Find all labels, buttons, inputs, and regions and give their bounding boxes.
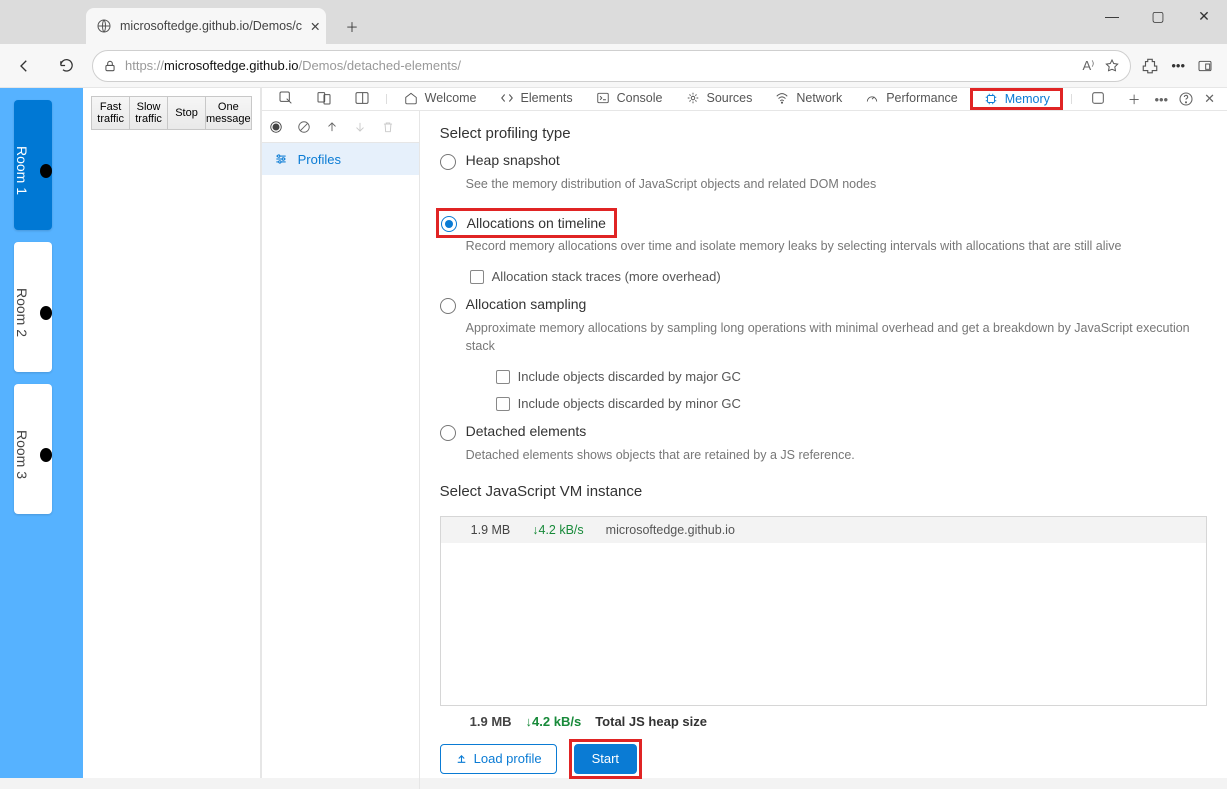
- option-allocation-sampling[interactable]: Allocation sampling: [440, 296, 1207, 314]
- radio-icon: [440, 154, 456, 170]
- memory-toolbar: [262, 111, 419, 143]
- page-area: Room 1 Room 2 Room 3 Fast traffic Slow t…: [0, 88, 1227, 778]
- status-dot-icon: [40, 448, 52, 462]
- browser-tab[interactable]: microsoftedge.github.io/Demos/c ✕: [86, 8, 326, 44]
- tab-console[interactable]: Console: [585, 88, 673, 110]
- tab-sources[interactable]: Sources: [675, 88, 763, 110]
- more-tools-icon[interactable]: •••: [1154, 92, 1168, 107]
- tab-network[interactable]: Network: [764, 88, 852, 110]
- major-gc-checkbox[interactable]: Include objects discarded by major GC: [496, 369, 1207, 384]
- minor-gc-checkbox[interactable]: Include objects discarded by minor GC: [496, 396, 1207, 411]
- heap-total-row: 1.9 MB ↓4.2 kB/s Total JS heap size: [440, 706, 1207, 735]
- room-3-button[interactable]: Room 3: [14, 384, 52, 514]
- globe-icon: [96, 18, 112, 34]
- more-menu-icon[interactable]: •••: [1171, 58, 1185, 73]
- close-window-button[interactable]: ✕: [1181, 0, 1227, 32]
- traffic-panel: Fast traffic Slow traffic Stop One messa…: [83, 88, 260, 778]
- refresh-button[interactable]: [50, 50, 82, 82]
- room-1-button[interactable]: Room 1: [14, 100, 52, 230]
- tab-title: microsoftedge.github.io/Demos/c: [120, 19, 302, 33]
- address-bar[interactable]: https://microsoftedge.github.io/Demos/de…: [92, 50, 1131, 82]
- vm-heading: Select JavaScript VM instance: [440, 483, 1207, 500]
- dock-side-button[interactable]: [344, 88, 380, 110]
- start-button-highlight: Start: [569, 739, 642, 779]
- vm-instance-list: 1.9 MB ↓4.2 kB/s microsoftedge.github.io: [440, 516, 1207, 706]
- tab-elements[interactable]: Elements: [489, 88, 583, 110]
- devtools-tabstrip: Welcome Elements Console Sources Network…: [262, 88, 1227, 111]
- allocations-timeline-desc: Record memory allocations over time and …: [466, 238, 1207, 256]
- option-heap-snapshot[interactable]: Heap snapshot: [440, 152, 1207, 170]
- vm-instance-row[interactable]: 1.9 MB ↓4.2 kB/s microsoftedge.github.io: [441, 517, 1206, 543]
- fast-traffic-button[interactable]: Fast traffic: [91, 96, 130, 130]
- lock-icon: [103, 59, 117, 73]
- window-controls: — ▢ ✕: [1089, 0, 1227, 32]
- profiles-sidebar: Profiles: [262, 111, 420, 789]
- read-aloud-icon[interactable]: A⁾: [1082, 58, 1094, 74]
- close-tab-icon[interactable]: ✕: [310, 19, 320, 34]
- favorite-icon[interactable]: [1104, 58, 1120, 74]
- slow-traffic-button[interactable]: Slow traffic: [130, 96, 168, 130]
- start-button[interactable]: Start: [574, 744, 637, 774]
- room-2-button[interactable]: Room 2: [14, 242, 52, 372]
- help-icon[interactable]: [1178, 91, 1194, 107]
- checkbox-icon: [470, 270, 484, 284]
- collect-garbage-icon[interactable]: [324, 119, 340, 135]
- profiles-nav-item[interactable]: Profiles: [262, 143, 419, 175]
- stop-button[interactable]: Stop: [168, 96, 206, 130]
- record-icon[interactable]: [268, 119, 284, 135]
- close-devtools-icon[interactable]: ✕: [1204, 91, 1215, 107]
- inspect-button[interactable]: [268, 88, 304, 110]
- status-dot-icon: [40, 306, 52, 320]
- add-tab-button[interactable]: ＋: [1118, 88, 1151, 110]
- rooms-sidebar: Room 1 Room 2 Room 3: [0, 88, 83, 778]
- maximize-button[interactable]: ▢: [1135, 0, 1181, 32]
- stack-traces-checkbox[interactable]: Allocation stack traces (more overhead): [470, 269, 1207, 284]
- radio-icon: [441, 216, 457, 232]
- checkbox-icon: [496, 397, 510, 411]
- detached-elements-desc: Detached elements shows objects that are…: [466, 447, 1207, 465]
- app-mode-icon[interactable]: [1197, 58, 1213, 74]
- minimize-button[interactable]: —: [1089, 0, 1135, 32]
- upload-icon: [455, 752, 468, 765]
- status-dot-icon: [40, 164, 52, 178]
- devtools-panel: Welcome Elements Console Sources Network…: [261, 88, 1227, 778]
- profiling-type-heading: Select profiling type: [440, 125, 1207, 142]
- tab-memory[interactable]: Memory: [970, 88, 1063, 110]
- radio-icon: [440, 298, 456, 314]
- heap-snapshot-desc: See the memory distribution of JavaScrip…: [466, 176, 1207, 194]
- save-profile-icon: [352, 119, 368, 135]
- memory-main-panel: Select profiling type Heap snapshot See …: [420, 111, 1227, 789]
- tab-welcome[interactable]: Welcome: [393, 88, 487, 110]
- new-tab-button[interactable]: ＋: [336, 10, 368, 42]
- allocation-sampling-desc: Approximate memory allocations by sampli…: [466, 320, 1207, 355]
- url-text: https://microsoftedge.github.io/Demos/de…: [125, 58, 461, 73]
- option-allocations-timeline[interactable]: Allocations on timeline: [436, 208, 617, 238]
- address-bar-row: https://microsoftedge.github.io/Demos/de…: [0, 44, 1227, 88]
- toolbar-extensions: •••: [1141, 57, 1219, 75]
- sliders-icon: [274, 152, 288, 166]
- clear-icon[interactable]: [296, 119, 312, 135]
- tab-performance[interactable]: Performance: [854, 88, 968, 110]
- back-button[interactable]: [8, 50, 40, 82]
- load-profile-button[interactable]: Load profile: [440, 744, 557, 774]
- option-detached-elements[interactable]: Detached elements: [440, 423, 1207, 441]
- tab-container-icon[interactable]: [1080, 88, 1116, 110]
- radio-icon: [440, 425, 456, 441]
- one-message-button[interactable]: One message: [206, 96, 252, 130]
- extensions-icon[interactable]: [1141, 57, 1159, 75]
- checkbox-icon: [496, 370, 510, 384]
- device-emulation-button[interactable]: [306, 88, 342, 110]
- window-title-bar: microsoftedge.github.io/Demos/c ✕ ＋ — ▢ …: [0, 0, 1227, 44]
- delete-profile-icon: [380, 119, 396, 135]
